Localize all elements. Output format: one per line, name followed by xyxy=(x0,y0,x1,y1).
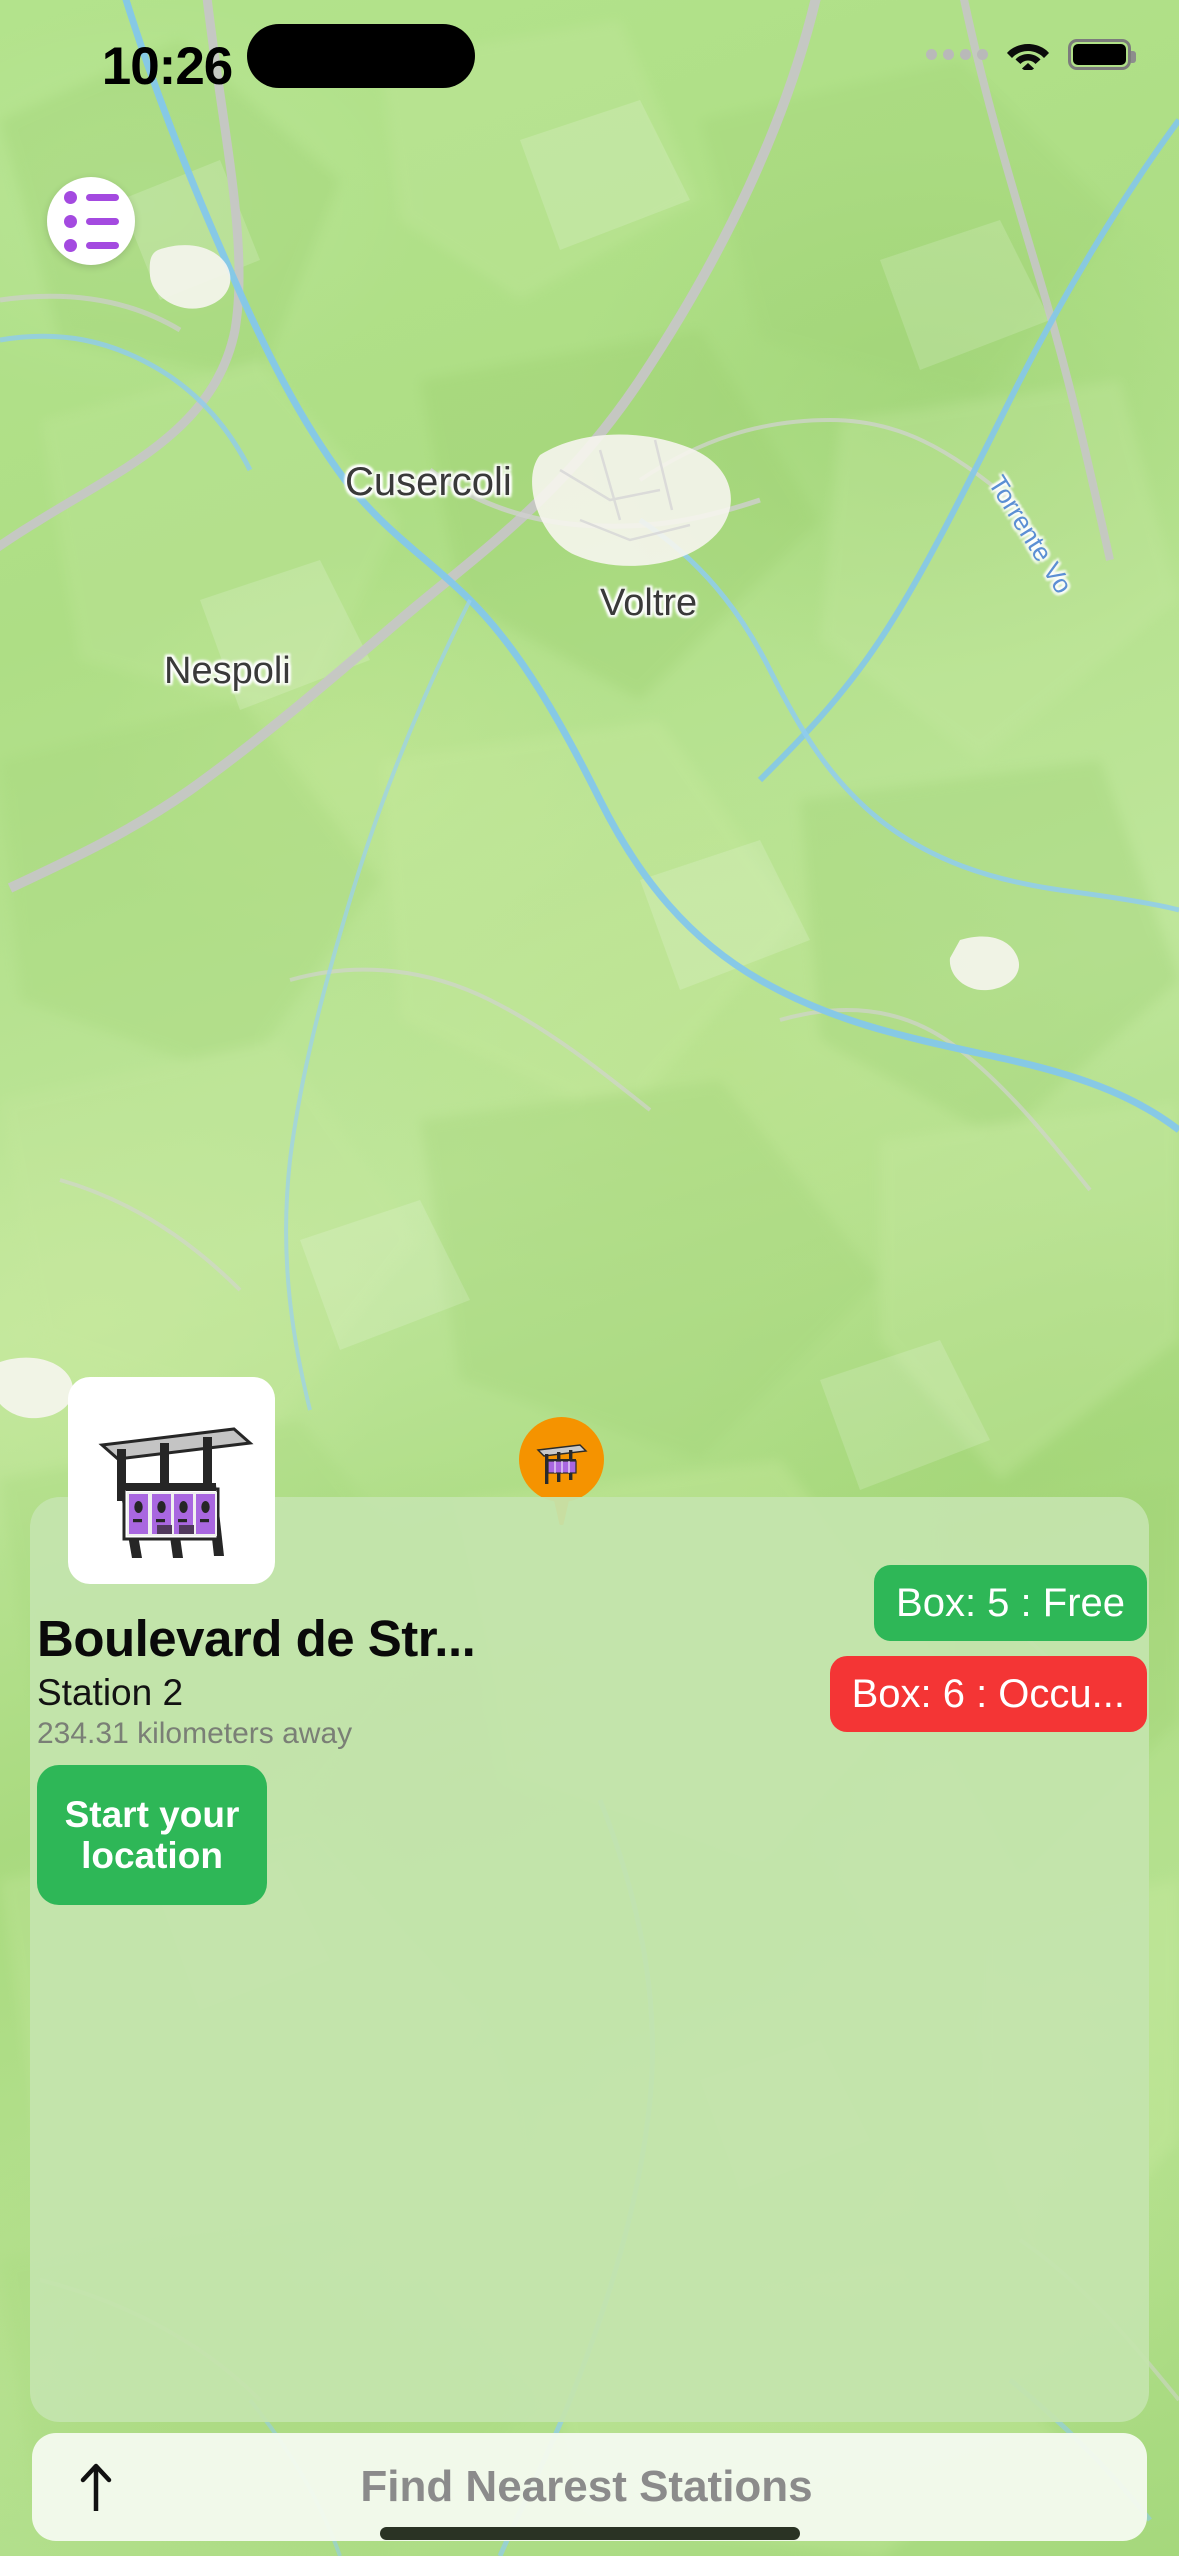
station-title: Boulevard de Str... xyxy=(37,1610,476,1667)
map-label-town: Voltre xyxy=(600,582,698,624)
box-status-badge[interactable]: Box: 6 : Occu... xyxy=(829,1656,1147,1732)
arrow-up-icon xyxy=(76,2461,116,2513)
charging-station-photo-icon xyxy=(98,1427,254,1558)
station-distance: 234.31 kilometers away xyxy=(37,1717,353,1750)
box-status-badge[interactable]: Box: 5 : Free xyxy=(874,1565,1147,1641)
charging-station-pin-icon xyxy=(536,1444,588,1484)
map-label-town: Cusercoli xyxy=(345,460,512,504)
home-indicator xyxy=(379,2527,800,2540)
map-label-town: Nespoli xyxy=(164,650,291,692)
list-menu-button[interactable] xyxy=(47,177,135,265)
station-subtitle: Station 2 xyxy=(37,1672,184,1713)
find-nearest-stations-bar[interactable]: Find Nearest Stations xyxy=(32,2433,1147,2541)
phone-screen: Cusercoli Voltre Nespoli Torrente Vo 10:… xyxy=(0,0,1179,2556)
list-menu-icon xyxy=(63,190,119,252)
start-your-location-button[interactable]: Start your location xyxy=(37,1765,267,1905)
find-nearest-stations-label: Find Nearest Stations xyxy=(360,2462,813,2511)
station-thumbnail xyxy=(68,1377,275,1584)
